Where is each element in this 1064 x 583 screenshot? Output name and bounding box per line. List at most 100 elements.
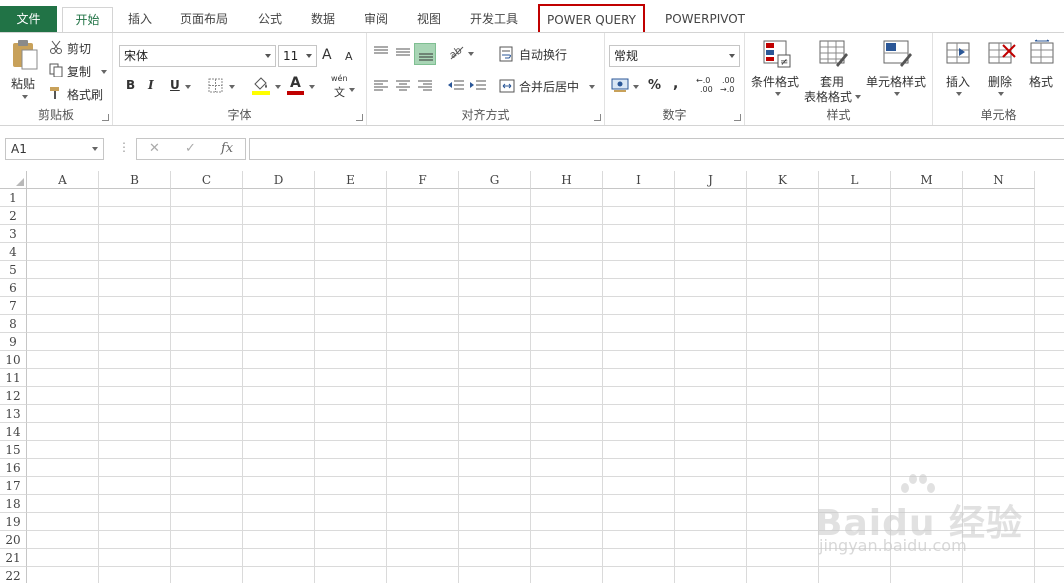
align-bottom-button[interactable] (414, 43, 436, 65)
wrap-text-label: 自动换行 (519, 48, 568, 62)
cut-button[interactable]: 剪切 (47, 38, 107, 56)
phonetic-guide-button[interactable]: wén 文 (329, 74, 355, 99)
tab-page-layout[interactable]: 页面布局 (172, 7, 236, 33)
formula-input[interactable] (249, 138, 1064, 160)
copy-button[interactable]: 复制 (47, 61, 109, 79)
font-size-dropdown[interactable]: 11 (278, 45, 317, 67)
cancel-entry-icon[interactable]: ✕ (149, 141, 160, 156)
currency-icon[interactable] (611, 77, 629, 93)
format-as-table-button[interactable]: 套用 表格格式 (803, 39, 863, 104)
align-top-icon[interactable] (373, 45, 389, 59)
align-left-icon[interactable] (373, 79, 389, 93)
row-header[interactable]: 17 (0, 477, 27, 495)
tab-file[interactable]: 文件 (0, 6, 57, 33)
row-header[interactable]: 13 (0, 405, 27, 423)
format-painter-button[interactable]: 格式刷 (47, 84, 107, 102)
tab-developer[interactable]: 开发工具 (462, 7, 526, 33)
tab-powerpivot[interactable]: POWERPIVOT (658, 7, 752, 33)
row-header[interactable]: 21 (0, 549, 27, 567)
row-header[interactable]: 8 (0, 315, 27, 333)
chevron-down-icon (92, 147, 98, 151)
row-header[interactable]: 18 (0, 495, 27, 513)
confirm-entry-icon[interactable]: ✓ (185, 141, 196, 156)
fill-color-icon[interactable] (251, 75, 271, 95)
column-header[interactable]: E (315, 171, 387, 189)
row-header[interactable]: 11 (0, 369, 27, 387)
underline-button[interactable]: U (170, 78, 180, 92)
row-header[interactable]: 15 (0, 441, 27, 459)
align-right-icon[interactable] (417, 79, 433, 93)
bold-button[interactable]: B (126, 78, 135, 92)
row-header[interactable]: 12 (0, 387, 27, 405)
format-cells-button[interactable]: 格式 (1025, 39, 1064, 101)
tab-home[interactable]: 开始 (62, 7, 113, 34)
column-header[interactable]: A (27, 171, 99, 189)
tab-view[interactable]: 视图 (409, 7, 449, 33)
column-header[interactable]: B (99, 171, 171, 189)
row-header[interactable]: 19 (0, 513, 27, 531)
decrease-indent-icon[interactable] (447, 79, 465, 93)
column-header[interactable]: H (531, 171, 603, 189)
paste-button[interactable]: 粘贴 (6, 39, 44, 101)
comma-button[interactable]: , (673, 76, 678, 92)
percent-button[interactable]: % (648, 78, 661, 93)
row-header[interactable]: 4 (0, 243, 27, 261)
row-header[interactable]: 22 (0, 567, 27, 583)
column-header[interactable]: J (675, 171, 747, 189)
group-number: 常规 % , ←.0 .00 .00 →.0 数字 (605, 33, 745, 125)
column-header[interactable]: D (243, 171, 315, 189)
row-header[interactable]: 16 (0, 459, 27, 477)
column-header[interactable]: G (459, 171, 531, 189)
column-header[interactable]: I (603, 171, 675, 189)
row-header[interactable]: 10 (0, 351, 27, 369)
number-format-dropdown[interactable]: 常规 (609, 45, 740, 67)
column-header[interactable]: C (171, 171, 243, 189)
row-header[interactable]: 20 (0, 531, 27, 549)
number-dialog-launcher-icon[interactable] (734, 114, 741, 121)
column-header[interactable]: F (387, 171, 459, 189)
tab-formulas[interactable]: 公式 (250, 7, 290, 33)
merge-center-button[interactable]: 合并后居中 (499, 76, 599, 96)
chevron-down-icon (589, 85, 595, 89)
select-all-button[interactable] (0, 171, 27, 189)
conditional-formatting-button[interactable]: ≠ 条件格式 (749, 39, 805, 101)
font-name-dropdown[interactable]: 宋体 (119, 45, 276, 67)
row-header[interactable]: 3 (0, 225, 27, 243)
shrink-font-button[interactable]: A (345, 50, 353, 63)
insert-cells-button[interactable]: 插入 (939, 39, 979, 101)
font-dialog-launcher-icon[interactable] (356, 114, 363, 121)
row-header[interactable]: 7 (0, 297, 27, 315)
tab-insert[interactable]: 插入 (120, 7, 160, 33)
align-middle-icon[interactable] (395, 45, 411, 59)
increase-indent-icon[interactable] (469, 79, 487, 93)
column-header[interactable]: L (819, 171, 891, 189)
orientation-icon[interactable]: ab (447, 43, 465, 61)
wrap-text-button[interactable]: 自动换行 (499, 44, 579, 64)
format-cells-icon (1030, 39, 1054, 64)
grow-font-button[interactable]: A (322, 47, 332, 63)
align-center-icon[interactable] (395, 79, 411, 93)
row-header[interactable]: 5 (0, 261, 27, 279)
column-header[interactable]: N (963, 171, 1035, 189)
row-header[interactable]: 2 (0, 207, 27, 225)
insert-function-button[interactable]: fx (221, 141, 233, 156)
row-header[interactable]: 14 (0, 423, 27, 441)
tab-data[interactable]: 数据 (303, 7, 343, 33)
increase-decimal-button[interactable]: ←.0 .00 (696, 76, 716, 96)
alignment-dialog-launcher-icon[interactable] (594, 114, 601, 121)
font-color-button[interactable]: A (286, 75, 306, 95)
clipboard-dialog-launcher-icon[interactable] (102, 114, 109, 121)
formula-bar-grip-icon[interactable]: ⋮ (118, 140, 130, 154)
cell-styles-button[interactable]: 单元格样式 (865, 39, 929, 101)
decrease-decimal-button[interactable]: .00 →.0 (720, 76, 740, 96)
row-header[interactable]: 6 (0, 279, 27, 297)
row-header[interactable]: 1 (0, 189, 27, 207)
name-box[interactable]: A1 (5, 138, 104, 160)
column-header[interactable]: K (747, 171, 819, 189)
delete-cells-button[interactable]: 删除 (981, 39, 1021, 101)
tab-review[interactable]: 审阅 (356, 7, 396, 33)
column-header[interactable]: M (891, 171, 963, 189)
borders-icon[interactable] (208, 78, 224, 94)
italic-button[interactable]: I (148, 78, 154, 92)
row-header[interactable]: 9 (0, 333, 27, 351)
